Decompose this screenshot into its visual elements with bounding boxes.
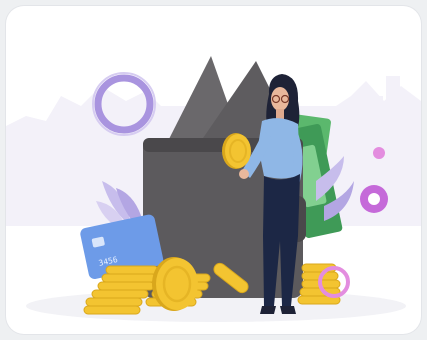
coin-held: [222, 133, 251, 169]
pink-dot-decoration: [373, 147, 385, 159]
coin-standing: [152, 257, 198, 311]
illustration: 3456: [6, 56, 421, 322]
illustration-card: 3456: [6, 6, 421, 334]
